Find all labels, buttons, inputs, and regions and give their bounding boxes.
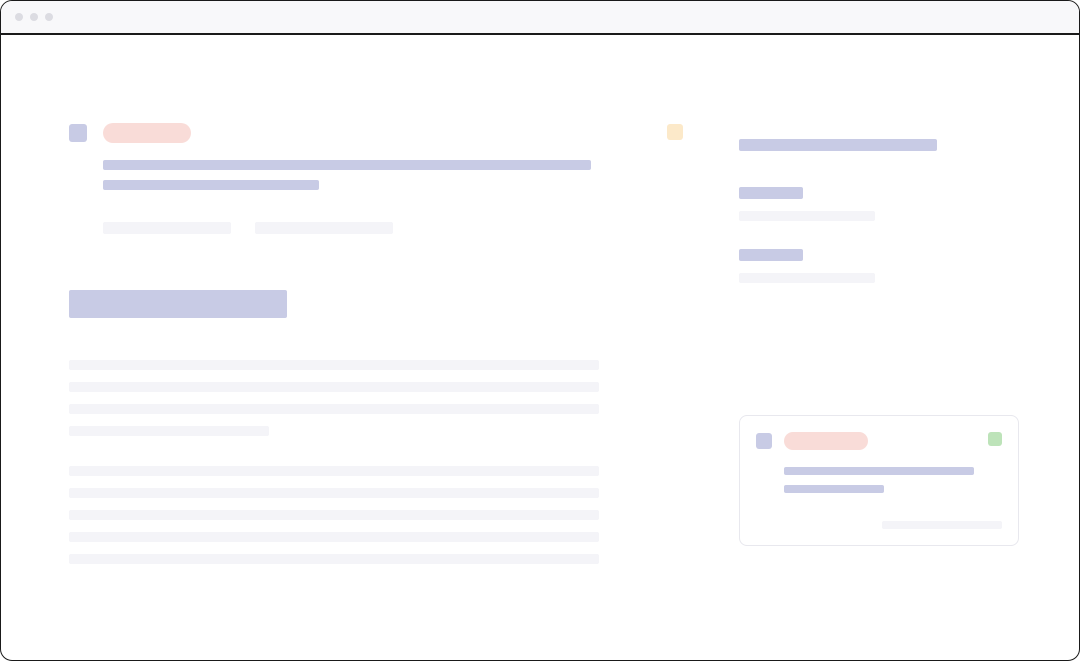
sidebar-title xyxy=(739,139,937,151)
browser-window xyxy=(0,0,1080,661)
section-heading xyxy=(69,290,287,318)
sidebar-value xyxy=(739,211,875,221)
related-card[interactable] xyxy=(739,415,1019,546)
body-line xyxy=(69,532,599,542)
title-line-1 xyxy=(103,160,591,170)
body-line xyxy=(69,554,599,564)
check-icon xyxy=(988,432,1002,446)
body-line xyxy=(69,360,599,370)
card-category-tag[interactable] xyxy=(784,432,868,450)
card-status-icon xyxy=(756,433,772,449)
sidebar-section-2 xyxy=(739,249,1019,283)
page-header xyxy=(69,123,683,190)
body-line xyxy=(69,426,269,436)
meta-row xyxy=(103,222,683,234)
sidebar-label xyxy=(739,187,803,199)
browser-chrome xyxy=(1,1,1079,35)
body-line xyxy=(69,404,599,414)
category-tag[interactable] xyxy=(103,123,191,143)
minimize-button[interactable] xyxy=(30,13,38,21)
maximize-button[interactable] xyxy=(45,13,53,21)
status-icon xyxy=(69,124,87,142)
body-line xyxy=(69,488,599,498)
header-content xyxy=(103,123,651,190)
card-header xyxy=(756,432,1002,493)
main-column xyxy=(69,123,683,576)
sidebar-section-1 xyxy=(739,187,1019,221)
title-line-2 xyxy=(103,180,319,190)
body-line xyxy=(69,510,599,520)
card-title-line-1 xyxy=(784,467,974,475)
sidebar-label xyxy=(739,249,803,261)
body-paragraph-1 xyxy=(69,360,683,436)
body-line xyxy=(69,382,599,392)
card-footer xyxy=(756,521,1002,529)
star-icon[interactable] xyxy=(667,124,683,140)
body-line xyxy=(69,466,599,476)
card-title-line-2 xyxy=(784,485,884,493)
close-button[interactable] xyxy=(15,13,23,21)
card-meta xyxy=(882,521,1002,529)
meta-item-2 xyxy=(255,222,393,234)
body-paragraph-2 xyxy=(69,466,683,564)
meta-item-1 xyxy=(103,222,231,234)
sidebar-value xyxy=(739,273,875,283)
card-content xyxy=(784,432,1002,493)
